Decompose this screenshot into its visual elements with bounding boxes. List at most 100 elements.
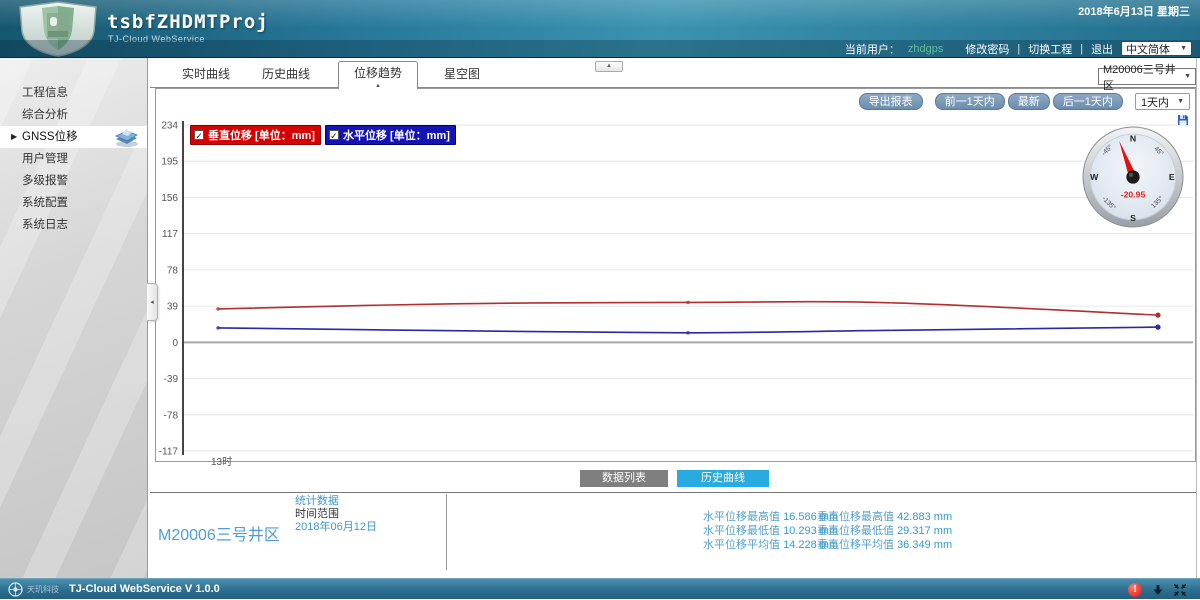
app-header: tsbfZHDMTProj TJ-Cloud WebService 2018年6… <box>0 0 1200 58</box>
next-day-button[interactable]: 后一1天内 <box>1053 93 1123 110</box>
data-list-button[interactable]: 数据列表 <box>580 470 668 487</box>
sidebar-item-system-config[interactable]: 系统配置 <box>0 192 147 214</box>
separator: | <box>1017 43 1020 55</box>
stat-row: 垂直位移最高值 42.883 mm <box>817 510 952 524</box>
svg-text:13时: 13时 <box>211 456 232 467</box>
tab-label: 星空图 <box>444 67 480 81</box>
sidebar-item-user-management[interactable]: 用户管理 <box>0 148 147 170</box>
svg-text:156: 156 <box>161 193 178 204</box>
tab-label: 实时曲线 <box>182 67 230 81</box>
tab-skyplot[interactable]: 星空图 <box>422 63 502 88</box>
app-title: tsbfZHDMTProj <box>107 11 269 33</box>
tab-history-curve[interactable]: 历史曲线 <box>246 63 326 88</box>
history-curve-button[interactable]: 历史曲线 <box>677 470 769 487</box>
chevron-down-icon: ▼ <box>1184 73 1191 80</box>
sidebar-item-label: 工程信息 <box>22 87 68 99</box>
prev-day-button[interactable]: 前一1天内 <box>935 93 1005 110</box>
footer-version: TJ-Cloud WebService V 1.0.0 <box>69 583 220 595</box>
station-select[interactable]: M20006三号井区 ▼ <box>1098 68 1196 85</box>
tab-label: 位移趋势 <box>354 66 402 80</box>
chevron-down-icon: ▼ <box>1180 45 1187 52</box>
checkbox-checked-icon[interactable]: ✓ <box>194 130 204 140</box>
legend-label: 垂直位移 [单位：mm] <box>208 127 315 143</box>
sidebar-collapse-handle[interactable]: ◂ <box>147 283 158 321</box>
fullscreen-icon[interactable] <box>1174 584 1186 596</box>
sidebar-item-label: 系统日志 <box>22 219 68 231</box>
compass-west-label: W <box>1090 172 1099 182</box>
export-report-button[interactable]: 导出报表 <box>859 93 923 110</box>
caret-up-icon: ▲ <box>606 63 612 69</box>
chart-legend: ✓ 垂直位移 [单位：mm] ✓ 水平位移 [单位：mm] <box>190 125 456 145</box>
logout-link[interactable]: 退出 <box>1091 41 1113 57</box>
divider <box>446 494 447 570</box>
sidebar-nav: 工程信息 综合分析 ▶ GNSS位移 用户管理 多级报警 系统配置 系统日志 <box>0 58 148 578</box>
legend-label: 水平位移 [单位：mm] <box>343 127 450 143</box>
range-select[interactable]: 1天内 ▼ <box>1135 93 1190 110</box>
displacement-trend-chart: 23419515611778390-39-78-11713时 <box>156 119 1197 467</box>
chevron-down-icon: ▼ <box>1177 98 1184 105</box>
sidebar-item-analysis[interactable]: 综合分析 <box>0 104 147 126</box>
statistics-title: 统计数据 <box>295 495 377 508</box>
header-date: 2018年6月13日 星期三 <box>1078 3 1190 19</box>
sidebar-item-system-log[interactable]: 系统日志 <box>0 214 147 236</box>
download-arrow-icon[interactable] <box>1152 584 1164 596</box>
compass-value: -20.95 <box>1121 189 1146 199</box>
alert-icon[interactable]: ! <box>1128 583 1142 597</box>
switch-project-link[interactable]: 切换工程 <box>1028 41 1072 57</box>
legend-vertical-displacement[interactable]: ✓ 垂直位移 [单位：mm] <box>190 125 321 145</box>
sidebar-item-gnss-displacement[interactable]: ▶ GNSS位移 <box>0 126 147 148</box>
stat-row: 垂直位移最低值 29.317 mm <box>817 524 952 538</box>
tab-indicator-icon: ▲ <box>375 83 381 89</box>
current-user-label: 当前用户： <box>845 41 900 57</box>
chart-toolbar: 导出报表 前一1天内 最新 后一1天内 1天内 ▼ <box>859 93 1190 110</box>
username: zhdgps <box>908 43 943 55</box>
sidebar-item-label: 用户管理 <box>22 153 68 165</box>
active-arrow-icon: ▶ <box>11 126 17 148</box>
svg-text:117: 117 <box>162 229 178 240</box>
tab-realtime-curve[interactable]: 实时曲线 <box>166 63 246 88</box>
sidebar-item-alarm[interactable]: 多级报警 <box>0 170 147 192</box>
svg-text:234: 234 <box>161 121 178 132</box>
svg-text:39: 39 <box>167 302 179 313</box>
change-password-link[interactable]: 修改密码 <box>965 41 1009 57</box>
svg-text:195: 195 <box>161 157 178 168</box>
footer-brand: 天玑科技 <box>27 584 59 595</box>
sidebar-item-label: GNSS位移 <box>22 131 78 143</box>
time-range-label: 时间范围 <box>295 508 377 521</box>
direction-compass-gauge: N E S W 45° 135° -135° -45° -20.95 <box>1082 126 1184 228</box>
stat-row: 垂直位移平均值 36.349 mm <box>817 538 952 552</box>
gnss-device-icon <box>113 126 139 148</box>
panel-collapse-button[interactable]: ▲ <box>595 61 623 72</box>
sidebar-item-label: 系统配置 <box>22 197 68 209</box>
sidebar-item-label: 多级报警 <box>22 175 68 187</box>
sidebar-item-project-info[interactable]: 工程信息 <box>0 82 147 104</box>
compass-north-label: N <box>1130 133 1136 143</box>
checkbox-checked-icon[interactable]: ✓ <box>329 130 339 140</box>
tabs-bar: 实时曲线 历史曲线 位移趋势 ▲ 星空图 ▲ M20006三号井区 ▼ <box>150 58 1196 88</box>
svg-text:-39: -39 <box>164 374 179 385</box>
user-bar: 当前用户： zhdgps 修改密码 | 切换工程 | 退出 中文简体 ▼ <box>0 40 1200 58</box>
language-value: 中文简体 <box>1126 41 1170 57</box>
statistics-meta: 统计数据 时间范围 2018年06月12日 <box>295 495 377 534</box>
range-select-value: 1天内 <box>1141 94 1169 110</box>
legend-horizontal-displacement[interactable]: ✓ 水平位移 [单位：mm] <box>325 125 456 145</box>
chart-panel: 导出报表 前一1天内 最新 后一1天内 1天内 ▼ ✓ 垂直位移 [单位：mm]… <box>155 88 1196 462</box>
latest-button[interactable]: 最新 <box>1008 93 1050 110</box>
tab-label: 历史曲线 <box>262 67 310 81</box>
svg-text:-117: -117 <box>159 446 179 457</box>
tab-displacement-trend[interactable]: 位移趋势 ▲ <box>338 61 418 89</box>
separator: | <box>1080 43 1083 55</box>
language-select[interactable]: 中文简体 ▼ <box>1121 41 1192 56</box>
station-select-value: M20006三号井区 <box>1103 61 1184 93</box>
compass-east-label: E <box>1169 172 1175 182</box>
vertical-stats: 垂直位移最高值 42.883 mm 垂直位移最低值 29.317 mm 垂直位移… <box>817 510 952 552</box>
station-name: M20006三号井区 <box>158 521 280 545</box>
svg-text:78: 78 <box>167 265 179 276</box>
svg-text:0: 0 <box>172 338 178 349</box>
footer-bar: 天玑科技 TJ-Cloud WebService V 1.0.0 ! <box>0 578 1200 599</box>
time-range-value: 2018年06月12日 <box>295 521 377 534</box>
footer-logo <box>8 582 23 597</box>
compass-south-label: S <box>1130 213 1136 223</box>
chevron-left-icon: ◂ <box>150 298 154 306</box>
save-icon[interactable] <box>1177 114 1189 126</box>
